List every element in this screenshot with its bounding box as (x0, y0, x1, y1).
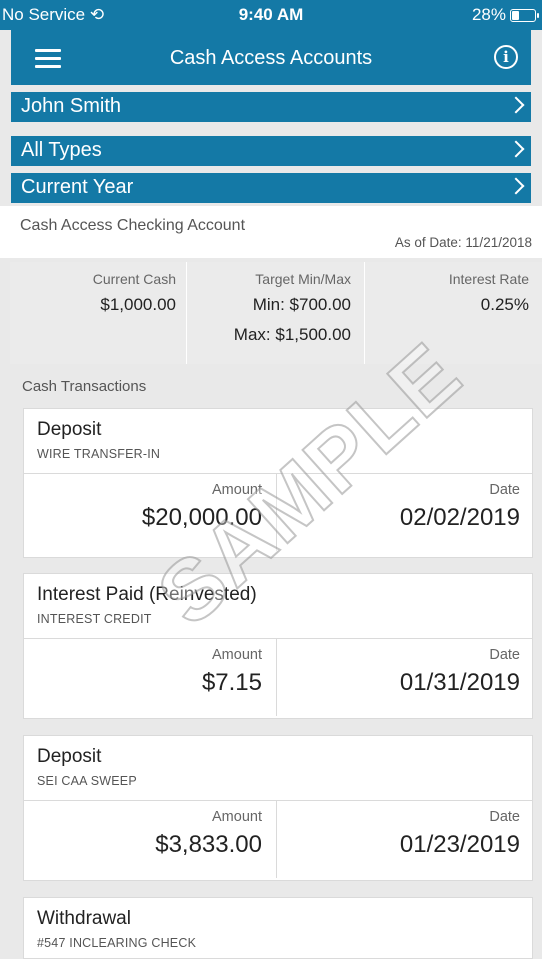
card-divider-vertical (276, 473, 277, 551)
transaction-type: Interest Paid (Reinvested) (37, 584, 257, 605)
card-divider-vertical (276, 800, 277, 878)
status-battery: 28% (471, 5, 539, 25)
transaction-description: SEI CAA SWEEP (37, 774, 137, 788)
chevron-right-icon (507, 177, 525, 195)
transaction-description: #547 INCLEARING CHECK (37, 936, 197, 950)
transaction-description: INTEREST CREDIT (37, 612, 152, 626)
target-label: Target Min/Max (255, 271, 351, 287)
nav-bar: Cash Access Accounts i (11, 30, 531, 85)
transaction-type: Withdrawal (37, 908, 131, 929)
card-divider (24, 473, 532, 474)
filter-label: John Smith (21, 95, 122, 117)
transaction-card[interactable]: Deposit WIRE TRANSFER-IN Amount $20,000.… (23, 408, 533, 558)
current-cash-value: $1,000.00 (100, 295, 176, 314)
transaction-type: Deposit (37, 746, 102, 767)
amount-label: Amount (212, 482, 262, 498)
current-cash-label: Current Cash (92, 271, 176, 287)
amount-value: $20,000.00 (141, 504, 262, 531)
filter-period[interactable]: Current Year (11, 173, 531, 203)
filter-label: Current Year (21, 176, 134, 198)
transaction-type: Deposit (37, 419, 102, 440)
interest-rate-label: Interest Rate (448, 271, 529, 287)
filter-label: All Types (21, 139, 102, 161)
date-label: Date (489, 482, 520, 498)
card-divider-vertical (276, 638, 277, 716)
transaction-description: WIRE TRANSFER-IN (37, 447, 161, 461)
amount-label: Amount (212, 809, 262, 825)
target-max-value: Max: $1,500.00 (233, 325, 351, 344)
date-value: 01/31/2019 (399, 669, 520, 696)
chevron-right-icon (507, 96, 525, 114)
filter-account-holder[interactable]: John Smith (11, 92, 531, 122)
current-cash-column: Current Cash $1,000.00 (10, 262, 176, 364)
battery-icon (510, 8, 539, 22)
date-value: 02/02/2019 (399, 504, 520, 531)
chevron-right-icon (507, 140, 525, 158)
account-summary: Current Cash $1,000.00 Target Min/Max Mi… (10, 262, 542, 364)
amount-value: $3,833.00 (155, 831, 262, 858)
account-title: Cash Access Checking Account (20, 217, 246, 234)
filter-account-type[interactable]: All Types (11, 136, 531, 166)
card-divider (24, 638, 532, 639)
transaction-card[interactable]: Interest Paid (Reinvested) INTEREST CRED… (23, 573, 533, 719)
amount-label: Amount (212, 647, 262, 663)
transaction-card[interactable]: Deposit SEI CAA SWEEP Amount $3,833.00 D… (23, 735, 533, 881)
date-label: Date (489, 647, 520, 663)
status-bar: No Service ⟲ 9:40 AM 28% (0, 0, 542, 30)
section-title: Cash Transactions (22, 378, 147, 395)
date-value: 01/23/2019 (399, 831, 520, 858)
target-min-value: Min: $700.00 (252, 295, 351, 314)
as-of-date: As of Date: 11/21/2018 (394, 235, 532, 250)
amount-value: $7.15 (201, 669, 262, 696)
page-title: Cash Access Accounts (169, 47, 373, 69)
transaction-card[interactable]: Withdrawal #547 INCLEARING CHECK (23, 897, 533, 959)
info-icon[interactable]: i (494, 45, 518, 69)
battery-percent: 28% (471, 5, 506, 24)
date-label: Date (489, 809, 520, 825)
status-time: 9:40 AM (238, 5, 304, 24)
card-divider (24, 800, 532, 801)
interest-column: Interest Rate 0.25% (364, 262, 529, 364)
target-column: Target Min/Max Min: $700.00 Max: $1,500.… (186, 262, 351, 364)
interest-rate-value: 0.25% (480, 295, 529, 314)
